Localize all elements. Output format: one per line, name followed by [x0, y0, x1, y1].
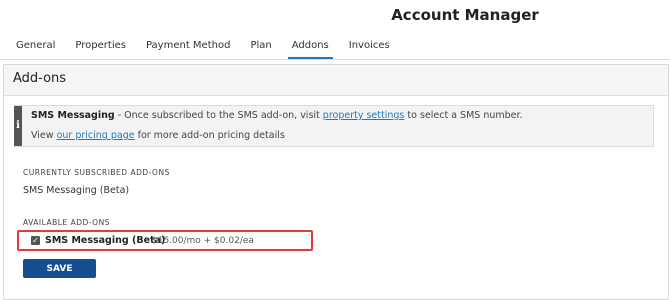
addons-panel: Add-ons i SMS Messaging - Once subscribe… [3, 64, 669, 300]
available-section-label: AVAILABLE ADD-ONS [23, 218, 110, 227]
subscribed-addon: SMS Messaging (Beta) [23, 185, 130, 196]
info-text-before: - Once subscribed to the SMS add-on, vis… [114, 110, 323, 121]
pricing-page-link[interactable]: our pricing page [57, 130, 135, 141]
info-icon: i [16, 120, 20, 131]
addon-name: SMS Messaging (Beta) [45, 235, 166, 246]
tab-general[interactable]: General [12, 38, 59, 59]
panel-title: Add-ons [4, 65, 668, 96]
addon-price: $15.00/mo + $0.02/ea [152, 235, 254, 246]
info-line2-after: for more add-on pricing details [134, 130, 285, 141]
available-addon-row[interactable]: ✓ SMS Messaging (Beta) $15.00/mo + $0.02… [17, 230, 313, 251]
info-callout: i SMS Messaging - Once subscribed to the… [14, 105, 654, 147]
info-line2-before: View [31, 130, 57, 141]
info-line-1: SMS Messaging - Once subscribed to the S… [31, 110, 523, 121]
tab-payment-method[interactable]: Payment Method [142, 38, 234, 59]
tab-properties[interactable]: Properties [71, 38, 130, 59]
subscribed-section-label: CURRENTLY SUBSCRIBED ADD-ONS [23, 168, 170, 177]
tabs-divider [0, 59, 670, 60]
save-button[interactable]: SAVE [23, 259, 96, 278]
info-text-after: to select a SMS number. [404, 110, 523, 121]
checkbox-checked-icon[interactable]: ✓ [31, 236, 40, 245]
tab-bar: General Properties Payment Method Plan A… [12, 38, 670, 59]
tab-invoices[interactable]: Invoices [345, 38, 394, 59]
tab-addons[interactable]: Addons [287, 38, 333, 59]
property-settings-link[interactable]: property settings [323, 110, 405, 121]
tab-plan[interactable]: Plan [246, 38, 275, 59]
info-line-2: View our pricing page for more add-on pr… [31, 130, 285, 141]
info-title: SMS Messaging [31, 110, 115, 121]
app-title: Account Manager [391, 6, 539, 24]
